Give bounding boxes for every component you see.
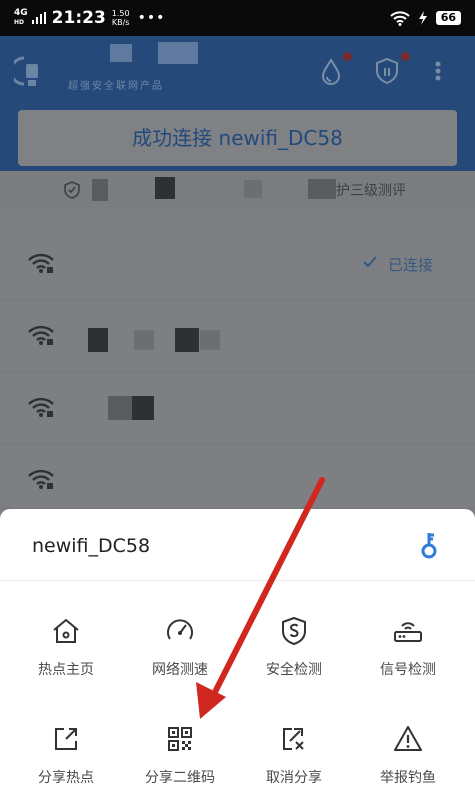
action-label: 热点主页: [38, 662, 94, 678]
qr-code-icon: [168, 727, 192, 751]
app-logo-icon: [14, 56, 38, 86]
wifi-status-icon: [389, 10, 410, 26]
key-icon[interactable]: [418, 531, 440, 561]
action-sheet: newifi_DC58 热点主页 网络测速 安全检测 信号检测 分享热点 分享二…: [0, 509, 475, 803]
app-name-blur: [110, 44, 132, 62]
wifi-locked-icon: [28, 253, 54, 273]
signal-icon: [31, 12, 46, 24]
security-level-text: 护三级测评: [336, 183, 406, 199]
action-security-check[interactable]: 安全检测: [235, 615, 353, 695]
action-share-qr-code[interactable]: 分享二维码: [121, 723, 239, 803]
network-row[interactable]: [0, 300, 475, 372]
net-speed-unit: KB/s: [111, 18, 130, 27]
network-name-blur: [200, 330, 220, 350]
wifi-locked-icon: [28, 397, 54, 417]
shield-check-icon[interactable]: [372, 56, 402, 86]
network-name-blur: [132, 396, 154, 420]
status-bar: 4G HD 21:23 1.50 KB/s ••• 66: [0, 0, 475, 36]
more-notifications: •••: [137, 10, 166, 26]
charging-icon: [418, 11, 427, 25]
shield-icon: [64, 181, 80, 199]
notification-badge: [401, 52, 410, 61]
battery-level: 66: [435, 11, 461, 25]
network-row[interactable]: 已连接: [0, 228, 475, 300]
security-bar[interactable]: 护三级测评: [0, 171, 475, 209]
action-speed-test[interactable]: 网络测速: [121, 615, 239, 695]
action-signal-check[interactable]: 信号检测: [349, 615, 467, 695]
network-row[interactable]: [0, 444, 475, 509]
check-icon: [363, 256, 377, 268]
action-hotspot-home[interactable]: 热点主页: [7, 615, 125, 695]
unshare-icon: [283, 728, 304, 750]
network-name-blur: [108, 396, 132, 420]
action-label: 网络测速: [152, 662, 208, 678]
action-label: 信号检测: [380, 662, 436, 678]
action-report-phishing[interactable]: 举报钓鱼: [349, 723, 467, 803]
action-cancel-share[interactable]: 取消分享: [235, 723, 353, 803]
action-label: 举报钓鱼: [380, 770, 436, 786]
network-hd: HD: [14, 19, 25, 26]
network-row[interactable]: [0, 372, 475, 444]
connection-card: 成功连接 newifi_DC58: [18, 110, 457, 166]
net-speed: 1.50 KB/s: [112, 9, 130, 27]
wifi-locked-icon: [28, 325, 54, 345]
action-share-hotspot[interactable]: 分享热点: [7, 723, 125, 803]
security-text-blur: [244, 180, 262, 198]
home-icon: [53, 618, 79, 643]
action-label: 分享二维码: [145, 770, 215, 786]
security-text-blur: [92, 179, 108, 201]
share-icon: [55, 728, 77, 750]
net-speed-value: 1.50: [111, 9, 130, 18]
network-name-blur: [88, 328, 108, 352]
connection-title: 成功连接 newifi_DC58: [132, 126, 343, 150]
network-name-blur: [134, 330, 154, 350]
more-menu-icon[interactable]: [433, 56, 443, 86]
ssid-label: newifi_DC58: [32, 535, 151, 557]
notification-badge: [343, 52, 352, 61]
clock: 21:23: [51, 8, 106, 28]
speedometer-icon: [167, 619, 193, 640]
app-name-blur: [158, 42, 198, 64]
security-text-blur: [308, 179, 336, 199]
sheet-header: newifi_DC58: [0, 509, 475, 581]
wifi-locked-icon: [28, 469, 54, 489]
network-name-blur: [175, 328, 199, 352]
security-text-blur: [155, 177, 175, 199]
network-type: 4G: [14, 8, 28, 18]
water-drop-icon[interactable]: [316, 56, 346, 86]
action-label: 安全检测: [266, 662, 322, 678]
router-icon: [394, 622, 422, 642]
network-indicator: 4G HD: [14, 9, 28, 27]
action-label: 分享热点: [38, 770, 94, 786]
app-subtitle: 超强安全联网产品: [68, 81, 164, 92]
shield-icon: [282, 616, 306, 646]
warning-icon: [394, 726, 422, 751]
connected-label: 已连接: [388, 256, 434, 274]
action-label: 取消分享: [266, 770, 322, 786]
